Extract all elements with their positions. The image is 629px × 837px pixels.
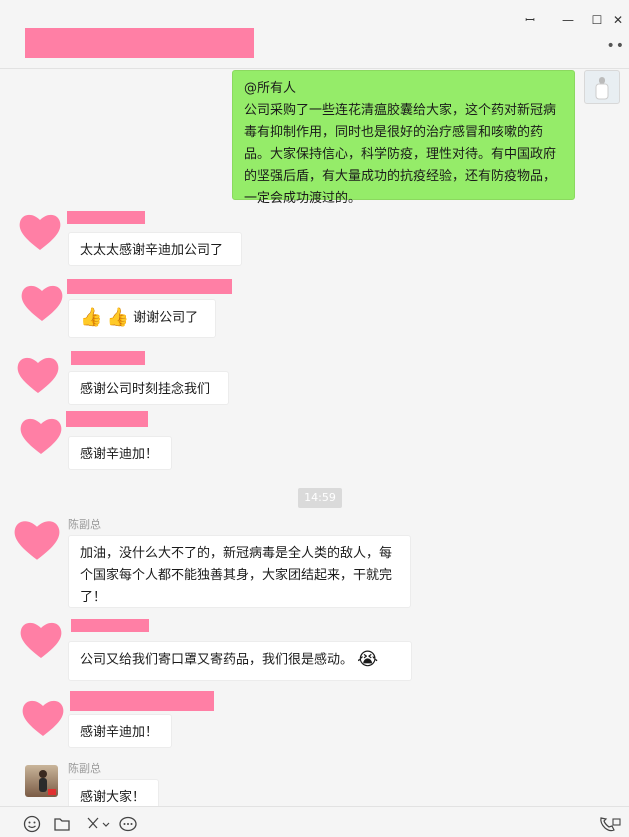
sender-name-redacted	[71, 351, 145, 365]
sender-name-redacted	[67, 211, 145, 224]
pin-button[interactable]: ꟷ	[518, 10, 542, 30]
my-message-bubble[interactable]: @所有人 公司采购了一些连花清瘟胶囊给大家，这个药对新冠病毒有抑制作用，同时也是…	[232, 70, 575, 206]
sender-name-redacted	[71, 619, 149, 632]
message-text: 加油，没什么大不了的，新冠病毒是全人类的敌人，每个国家每个人都不能独善其身，大家…	[80, 546, 393, 605]
folder-icon[interactable]	[52, 815, 72, 831]
chat-history-icon[interactable]	[118, 815, 138, 832]
message-bubble[interactable]: 感谢辛迪加！	[68, 714, 172, 748]
sender-name-redacted	[70, 691, 214, 711]
message-bubble[interactable]: 感谢辛迪加！	[68, 436, 172, 470]
avatar-heart-sticker[interactable]	[18, 212, 62, 252]
message-text: 公司采购了一些连花清瘟胶囊给大家，这个药对新冠病毒有抑制作用，同时也是很好的治疗…	[244, 103, 557, 206]
close-button[interactable]: ✕	[606, 10, 629, 30]
minimize-button[interactable]: —	[556, 10, 580, 30]
emoji-icon[interactable]	[22, 815, 42, 833]
message-text: 公司又给我们寄口罩又寄药品，我们很是感动。	[80, 652, 354, 668]
avatar-heart-sticker[interactable]	[19, 620, 63, 660]
sender-name: 陈副总	[68, 518, 101, 531]
message-text: 太太太感谢辛迪加公司了	[80, 243, 224, 258]
avatar-photo[interactable]	[25, 765, 58, 797]
sender-name-redacted	[67, 279, 232, 294]
person-icon	[39, 770, 56, 795]
thumbs-up-icon: 👍	[106, 307, 129, 328]
message-text: 感谢辛迪加！	[80, 447, 159, 462]
message-bubble[interactable]: 太太太感谢辛迪加公司了	[68, 232, 242, 266]
scissors-icon[interactable]	[84, 815, 110, 831]
sender-name: 陈副总	[68, 762, 101, 775]
message-text: 谢谢公司了	[133, 310, 199, 326]
my-avatar[interactable]	[584, 70, 620, 104]
message-bubble[interactable]: 感谢公司时刻挂念我们	[68, 371, 229, 405]
video-call-icon[interactable]	[598, 815, 622, 832]
avatar-heart-sticker[interactable]	[16, 355, 60, 395]
message-text: 感谢公司时刻挂念我们	[80, 382, 211, 397]
sender-name-redacted	[66, 411, 148, 427]
crying-face-icon: 😭	[357, 649, 379, 670]
chat-title-redacted	[25, 28, 254, 58]
thumbs-up-icon: 👍	[80, 307, 103, 328]
avatar-heart-sticker[interactable]	[21, 698, 65, 738]
message-text: 感谢辛迪加！	[80, 725, 159, 740]
chat-title-bar: ꟷ — ☐ ✕ ••	[0, 0, 629, 69]
more-options-button[interactable]: ••	[606, 38, 625, 54]
time-divider: 14:59	[298, 488, 342, 508]
message-bubble[interactable]: 👍 👍 谢谢公司了	[68, 299, 216, 338]
mention-all: @所有人	[244, 81, 297, 96]
person-icon	[595, 77, 609, 100]
message-bubble[interactable]: 公司又给我们寄口罩又寄药品，我们很是感动。 😭	[68, 641, 412, 681]
avatar-heart-sticker[interactable]	[12, 518, 62, 562]
avatar-heart-sticker[interactable]	[20, 283, 64, 323]
avatar-heart-sticker[interactable]	[19, 416, 63, 456]
input-toolbar	[0, 806, 629, 834]
message-bubble[interactable]: 加油，没什么大不了的，新冠病毒是全人类的敌人，每个国家每个人都不能独善其身，大家…	[68, 535, 411, 608]
